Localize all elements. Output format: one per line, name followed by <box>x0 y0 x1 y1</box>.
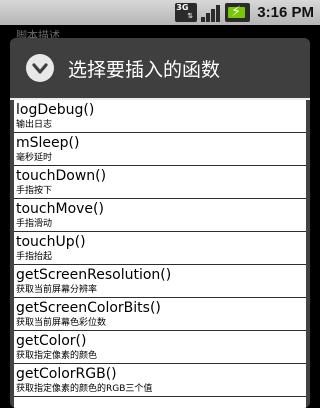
network-type-label: 3G <box>176 3 189 12</box>
list-item[interactable]: getColorRGB() 获取指定像素的颜色的RGB三个值 <box>14 364 306 397</box>
function-name: getScreenColorBits() <box>16 300 161 316</box>
battery-icon: ⚡ <box>225 3 251 22</box>
screen: 3G ⇅ ⚡ 3:16 PM 脚本描述 选择要插入的函数 logDebug() … <box>0 0 320 408</box>
function-name: touchMove() <box>16 201 104 217</box>
function-name: mSleep() <box>16 135 80 151</box>
clock: 3:16 PM <box>257 4 314 21</box>
function-desc: 输出日志 <box>16 120 53 130</box>
function-desc: 获取当前屏幕色彩位数 <box>16 318 107 328</box>
status-icons: 3G ⇅ ⚡ 3:16 PM <box>175 0 314 25</box>
function-desc: 获取当前屏幕分辨率 <box>16 285 98 295</box>
signal-icon <box>201 3 221 22</box>
function-name: touchUp() <box>16 234 86 250</box>
list-item[interactable]: touchDown() 手指按下 <box>14 166 306 199</box>
list-item[interactable]: touchUp() 手指抬起 <box>14 232 306 265</box>
function-name: touchDown() <box>16 168 107 184</box>
function-name: logDebug() <box>16 102 95 118</box>
list-item[interactable]: getColor() 获取指定像素的颜色 <box>14 331 306 364</box>
list-item[interactable]: mSleep() 毫秒延时 <box>14 133 306 166</box>
function-list[interactable]: logDebug() 输出日志 mSleep() 毫秒延时 touchDown(… <box>14 100 306 408</box>
list-item[interactable]: touchMove() 手指滑动 <box>14 199 306 232</box>
data-arrows-icon: ⇅ <box>187 12 194 20</box>
list-item[interactable]: logDebug() 输出日志 <box>14 100 306 133</box>
function-desc: 获取指定像素的颜色的RGB三个值 <box>16 384 153 394</box>
function-desc: 手指抬起 <box>16 252 53 262</box>
function-name: getColor() <box>16 333 87 349</box>
chevron-down-icon <box>26 54 54 82</box>
function-name: getScreenResolution() <box>16 267 172 283</box>
network-3g-icon: 3G ⇅ <box>175 3 198 22</box>
dialog-title-bar: 选择要插入的函数 <box>10 38 310 98</box>
list-item[interactable]: getScreenColorBits() 获取当前屏幕色彩位数 <box>14 298 306 331</box>
dialog-title: 选择要插入的函数 <box>68 58 221 81</box>
function-desc: 获取指定像素的颜色 <box>16 351 98 361</box>
function-desc: 毫秒延时 <box>16 153 53 163</box>
function-name: getColorRGB() <box>16 366 117 382</box>
status-bar: 3G ⇅ ⚡ 3:16 PM <box>0 0 320 25</box>
function-desc: 手指滑动 <box>16 219 53 229</box>
list-item[interactable]: getScreenResolution() 获取当前屏幕分辨率 <box>14 265 306 298</box>
function-desc: 手指按下 <box>16 186 53 196</box>
function-picker-dialog: 选择要插入的函数 logDebug() 输出日志 mSleep() 毫秒延时 t… <box>10 38 310 408</box>
